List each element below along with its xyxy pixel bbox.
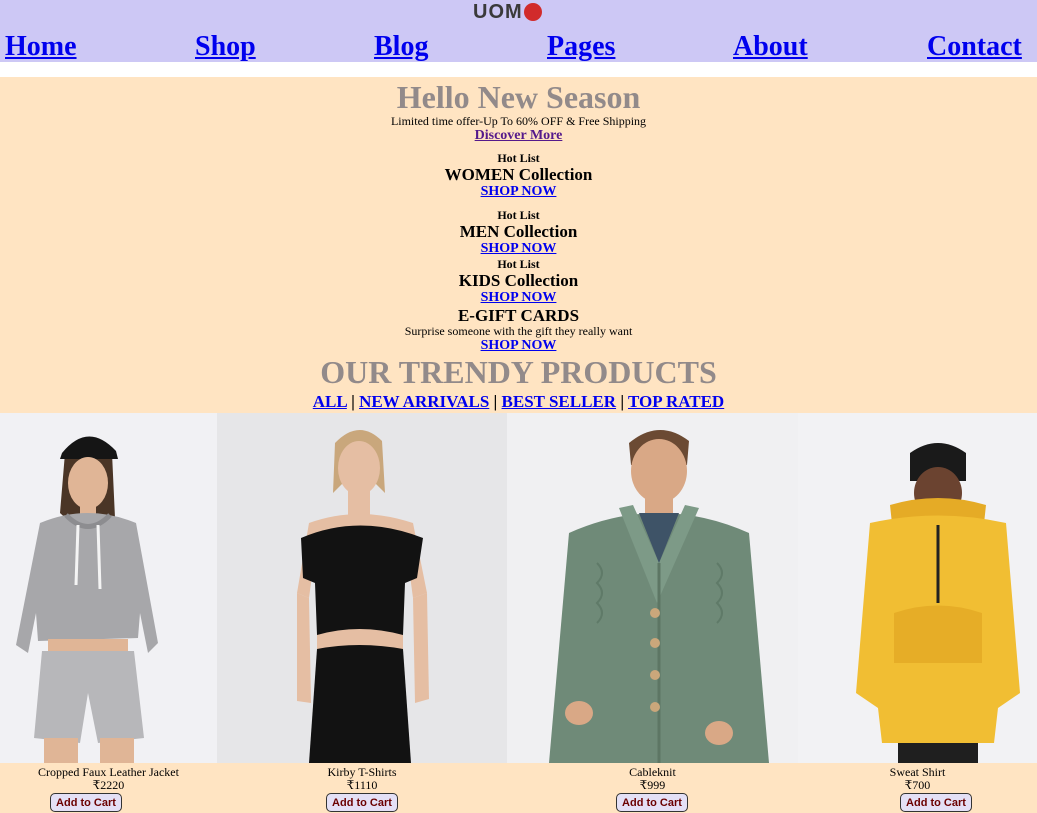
product-price: ₹999 <box>639 778 666 792</box>
hero-cta-wrap: Discover More <box>0 128 1037 144</box>
add-to-cart-button[interactable]: Add to Cart <box>900 793 972 812</box>
hero-subtitle: Limited time offer-Up To 60% OFF & Free … <box>390 114 647 128</box>
filter-separator: | <box>493 392 498 411</box>
discover-more-link[interactable]: Discover More <box>475 128 563 143</box>
gift-shop-wrap: SHOP NOW <box>0 338 1037 354</box>
product-image-green-cardigan[interactable] <box>507 413 798 763</box>
add-to-cart-button[interactable]: Add to Cart <box>616 793 688 812</box>
nav-contact-link[interactable]: Contact <box>927 30 1022 64</box>
header: UOM Home Shop Blog Pages About Contact <box>0 0 1037 62</box>
product-grid: Cropped Faux Leather Jacket ₹2220 Add to… <box>0 413 1037 813</box>
nav-shop-link[interactable]: Shop <box>195 30 256 64</box>
product-image-black-dress[interactable] <box>217 413 507 763</box>
logo-dot-icon <box>523 3 542 21</box>
filter-top-rated-link[interactable]: TOP RATED <box>628 392 724 411</box>
women-collection-tag: Hot List <box>497 151 540 165</box>
kids-collection-tag: Hot List <box>497 257 540 271</box>
product-card: Sweat Shirt ₹700 Add to Cart <box>798 413 1037 813</box>
gift-cards-title: E-GIFT CARDS <box>457 306 580 325</box>
nav-about-link[interactable]: About <box>733 30 808 64</box>
product-price: ₹700 <box>904 778 931 792</box>
filter-all-link[interactable]: ALL <box>313 392 347 411</box>
nav-pages-link[interactable]: Pages <box>547 30 615 64</box>
logo[interactable]: UOM <box>473 2 542 22</box>
product-card: Kirby T-Shirts ₹1110 Add to Cart <box>217 413 507 813</box>
nav-blog-link[interactable]: Blog <box>374 30 428 64</box>
women-shop-now-link[interactable]: SHOP NOW <box>481 184 557 199</box>
nav-home-link[interactable]: Home <box>5 30 77 64</box>
men-shop-wrap: SHOP NOW <box>0 241 1037 257</box>
filter-separator: | <box>620 392 625 411</box>
product-price: ₹2220 <box>92 778 125 792</box>
product-card: Cropped Faux Leather Jacket ₹2220 Add to… <box>0 413 217 813</box>
product-price: ₹1110 <box>346 778 378 792</box>
kids-shop-now-link[interactable]: SHOP NOW <box>481 290 557 305</box>
add-to-cart-button[interactable]: Add to Cart <box>50 793 122 812</box>
product-filter-bar: ALL | NEW ARRIVALS | BEST SELLER | TOP R… <box>0 392 1037 412</box>
product-image-gray-hoodie[interactable] <box>0 413 217 763</box>
kids-shop-wrap: SHOP NOW <box>0 290 1037 306</box>
men-collection-tag: Hot List <box>497 208 540 222</box>
add-to-cart-button[interactable]: Add to Cart <box>326 793 398 812</box>
hero-title: Hello New Season <box>396 79 641 115</box>
filter-new-arrivals-link[interactable]: NEW ARRIVALS <box>359 392 489 411</box>
women-collection-title: WOMEN Collection <box>444 165 593 184</box>
trendy-products-title: OUR TRENDY PRODUCTS <box>320 354 717 390</box>
logo-text: UOM <box>473 1 523 23</box>
hero-section: Hello New Season Limited time offer-Up T… <box>0 77 1037 413</box>
product-image-yellow-jacket[interactable] <box>798 413 1037 763</box>
women-shop-wrap: SHOP NOW <box>0 184 1037 200</box>
kids-collection-title: KIDS Collection <box>458 271 579 290</box>
gift-shop-now-link[interactable]: SHOP NOW <box>481 338 557 353</box>
filter-best-seller-link[interactable]: BEST SELLER <box>502 392 617 411</box>
filter-separator: | <box>351 392 355 411</box>
men-shop-now-link[interactable]: SHOP NOW <box>481 241 557 256</box>
men-collection-title: MEN Collection <box>459 222 578 241</box>
gift-cards-subtitle: Surprise someone with the gift they real… <box>404 324 633 338</box>
product-card: Cableknit ₹999 Add to Cart <box>507 413 798 813</box>
